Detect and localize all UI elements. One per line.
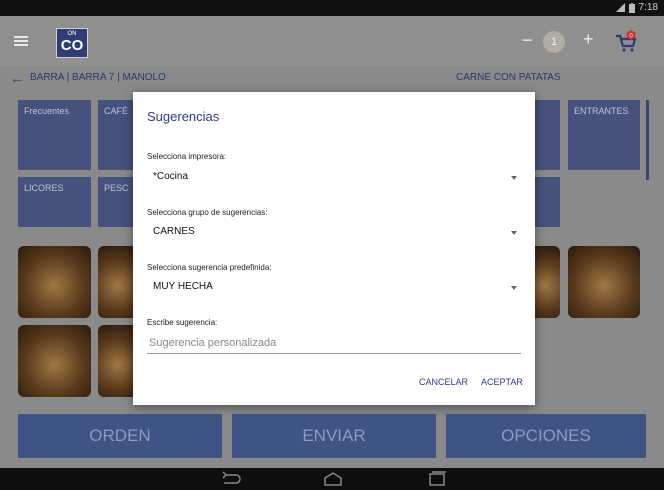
custom-suggestion-label: Escribe sugerencia: [147,318,218,327]
cancel-button[interactable]: CANCELAR [419,377,468,387]
printer-value: *Cocina [153,171,189,182]
preset-suggestion-select[interactable]: MUY HECHA [147,277,521,299]
custom-suggestion-input[interactable] [147,333,521,354]
preset-value: MUY HECHA [153,281,213,292]
dropdown-arrow-icon [511,176,517,180]
preset-label: Selecciona sugerencia predefinida: [147,263,272,272]
printer-select[interactable]: *Cocina [147,167,521,189]
dialog-overlay: Sugerencias Selecciona impresora: *Cocin… [0,0,664,490]
suggestion-group-select[interactable]: CARNES [147,222,521,244]
dropdown-arrow-icon [511,231,517,235]
suggestions-dialog: Sugerencias Selecciona impresora: *Cocin… [133,92,535,405]
group-value: CARNES [153,226,195,237]
accept-button[interactable]: ACEPTAR [481,377,523,387]
group-label: Selecciona grupo de sugerencias: [147,208,268,217]
printer-label: Selecciona impresora: [147,152,227,161]
dialog-title: Sugerencias [147,109,220,124]
dropdown-arrow-icon [511,286,517,290]
